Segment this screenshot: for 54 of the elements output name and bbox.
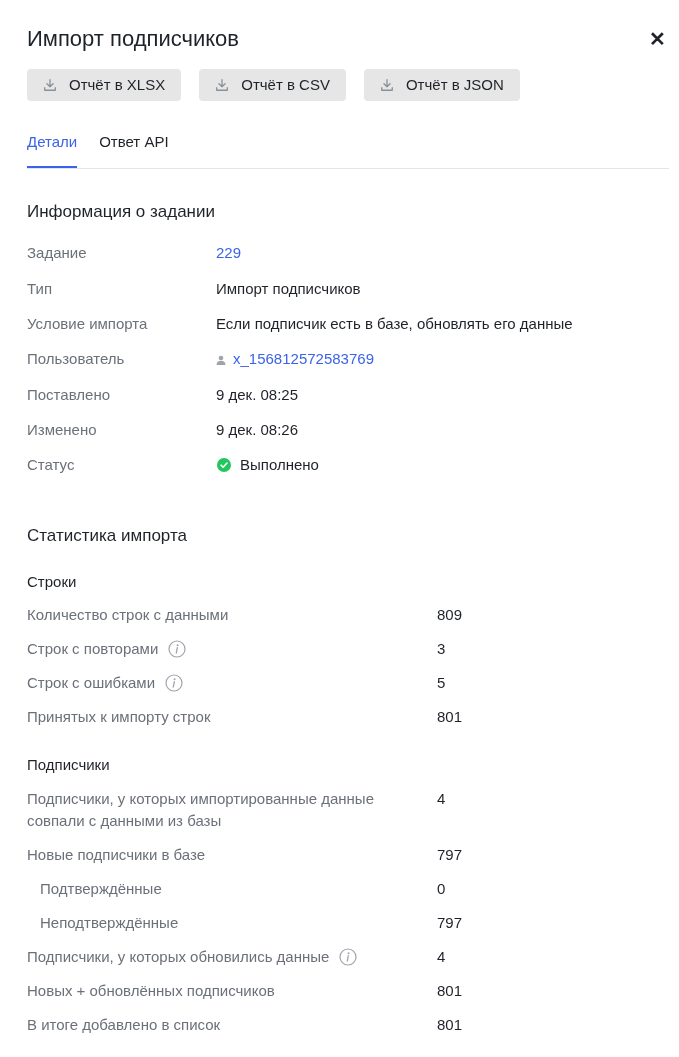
- user-icon: [216, 354, 226, 365]
- report-button[interactable]: Отчёт в JSON: [363, 69, 520, 101]
- stat-label: Новых + обновлённых подписчиков: [27, 980, 275, 1001]
- info-value: Импорт подписчиков: [216, 278, 361, 299]
- stat-label: Подписчики, у которых импортированные данные совпали с данными из базы: [27, 788, 375, 831]
- stat-label: Принятых к импорту строк: [27, 707, 211, 728]
- info-value: Если подписчик есть в базе, обновлять его данные: [216, 314, 573, 334]
- stat-label: Количество строк с данными: [27, 605, 229, 626]
- info-label: Задание: [27, 243, 88, 264]
- stat-value: 4: [437, 788, 446, 809]
- download-icon: [379, 78, 394, 92]
- download-icon: [43, 78, 57, 92]
- info-label: Тип: [27, 278, 53, 299]
- group-heading: Строки: [27, 571, 78, 592]
- stat-label: В итоге добавлено в список: [27, 1014, 221, 1035]
- tab[interactable]: Детали: [27, 131, 78, 168]
- info-icon[interactable]: [168, 640, 187, 659]
- stat-value: 801: [437, 980, 463, 1001]
- section-heading: Информация о задании: [27, 200, 216, 223]
- stat-value: 3: [437, 639, 446, 660]
- stat-value: 809: [437, 605, 463, 626]
- stat-label: Неподтверждённые: [40, 912, 179, 933]
- stat-value: 797: [437, 844, 463, 865]
- stat-value: 4: [437, 946, 446, 967]
- stat-label: Новые подписчики в базе: [27, 844, 206, 865]
- info-value: 9 дек. 08:25: [216, 384, 299, 405]
- stat-label: Строк с повторами: [27, 639, 159, 660]
- stat-value: 801: [437, 1014, 463, 1035]
- task-link[interactable]: 229: [216, 242, 242, 265]
- info-label: Статус: [27, 455, 76, 476]
- stat-label: Подтверждённые: [40, 878, 162, 899]
- stat-value: 0: [437, 878, 446, 899]
- user-link[interactable]: x_156812572583769: [233, 348, 374, 371]
- report-button[interactable]: Отчёт в XLSX: [27, 69, 182, 101]
- info-icon[interactable]: [339, 947, 358, 966]
- stat-value: 5: [437, 673, 446, 694]
- info-label: Изменено: [27, 419, 98, 440]
- close-button[interactable]: ✕: [645, 23, 670, 54]
- stat-label: Подписчики, у которых обновились данные: [27, 946, 330, 967]
- info-label: Пользователь: [27, 349, 126, 370]
- status-text: Выполнено: [240, 455, 319, 476]
- section-heading: Статистика импорта: [27, 525, 188, 548]
- dialog-title: Импорт подписчиков: [27, 25, 240, 53]
- download-icon: [215, 78, 230, 92]
- stat-value: 797: [437, 912, 463, 933]
- stat-label: Строк с ошибками: [27, 673, 156, 694]
- info-icon[interactable]: [165, 674, 184, 693]
- group-heading: Подписчики: [27, 755, 111, 776]
- info-label: Условие импорта: [27, 314, 149, 334]
- stat-value: 801: [437, 707, 463, 728]
- report-button[interactable]: Отчёт в CSV: [199, 69, 346, 101]
- info-value: 9 дек. 08:26: [216, 419, 299, 440]
- info-label: Поставлено: [27, 384, 111, 405]
- tab[interactable]: Ответ API: [99, 131, 169, 168]
